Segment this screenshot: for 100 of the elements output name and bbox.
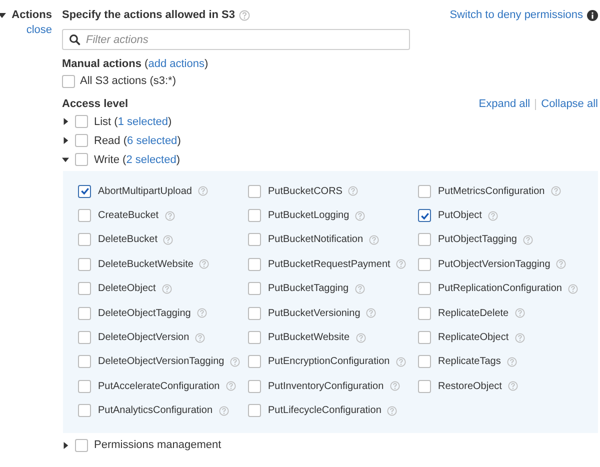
help-icon[interactable] [488, 210, 498, 221]
checkbox[interactable] [418, 331, 431, 344]
checkbox[interactable] [75, 134, 88, 147]
checkbox[interactable] [248, 282, 261, 296]
action-label: PutBucketNotification [268, 234, 364, 246]
action-label: PutBucketCORS [268, 186, 342, 197]
checkbox[interactable] [418, 209, 431, 222]
checkbox[interactable] [248, 404, 261, 418]
checkbox[interactable] [248, 380, 261, 393]
collapse-all-link[interactable]: Collapse all [541, 98, 598, 110]
info-icon[interactable] [587, 10, 598, 20]
checkbox[interactable] [78, 209, 91, 222]
checkbox[interactable] [62, 74, 75, 88]
access-level-label: List (1 selected) [94, 116, 172, 128]
help-icon[interactable] [218, 406, 229, 416]
expand-all-link[interactable]: Expand all [478, 98, 530, 110]
checkbox[interactable] [248, 233, 261, 246]
checkbox[interactable] [78, 233, 91, 246]
selected-count-link[interactable]: 6 selected [127, 134, 178, 146]
action-label: PutBucketTagging [268, 283, 349, 294]
caret-icon[interactable] [62, 156, 69, 163]
caret-icon[interactable] [62, 118, 69, 125]
checkbox[interactable] [75, 115, 88, 128]
help-icon[interactable] [556, 259, 566, 270]
checkbox[interactable] [418, 184, 431, 198]
checkbox[interactable] [248, 209, 261, 222]
help-icon[interactable] [550, 186, 561, 196]
help-icon[interactable] [226, 381, 236, 392]
checkbox[interactable] [78, 355, 91, 368]
access-level-label: Write (2 selected) [94, 154, 180, 166]
caret-icon[interactable] [0, 11, 6, 19]
help-icon[interactable] [356, 332, 366, 343]
close-link[interactable]: close [26, 24, 52, 36]
help-icon[interactable] [396, 356, 406, 367]
action-label: PutBucketWebsite [268, 332, 350, 344]
checkbox[interactable] [78, 282, 91, 296]
checkbox[interactable] [418, 258, 431, 271]
action-label: PutObject [438, 210, 482, 222]
help-icon[interactable] [239, 10, 250, 20]
action-label: AbortMultipartUpload [98, 186, 192, 197]
help-icon[interactable] [354, 284, 365, 294]
checkbox[interactable] [418, 282, 431, 296]
checkbox[interactable] [78, 404, 91, 418]
checkbox[interactable] [75, 153, 88, 166]
checkbox[interactable] [418, 380, 431, 393]
action-label: ReplicateObject [438, 332, 509, 344]
help-icon[interactable] [195, 332, 206, 343]
help-icon[interactable] [196, 308, 207, 318]
help-icon[interactable] [199, 259, 210, 270]
checkbox[interactable] [78, 380, 91, 393]
action-label: PutLifecycleConfiguration [268, 405, 382, 416]
help-icon[interactable] [162, 284, 172, 294]
help-icon[interactable] [514, 308, 525, 318]
caret-icon[interactable] [62, 137, 69, 144]
help-icon[interactable] [163, 234, 174, 245]
checkbox[interactable] [75, 438, 88, 452]
checkbox[interactable] [418, 355, 431, 368]
checkbox[interactable] [78, 184, 91, 198]
action-label: DeleteBucket [98, 234, 158, 246]
action-label: PutObjectTagging [438, 234, 517, 246]
help-icon[interactable] [198, 186, 208, 196]
help-icon[interactable] [348, 186, 358, 196]
selected-count-link[interactable]: 1 selected [118, 116, 168, 128]
action-label: DeleteObjectTagging [98, 308, 191, 319]
help-icon[interactable] [508, 381, 518, 392]
checkbox[interactable] [248, 331, 261, 344]
access-level-label: Permissions management [94, 439, 222, 452]
help-icon[interactable] [390, 381, 400, 392]
checkbox[interactable] [78, 306, 91, 320]
help-icon[interactable] [506, 356, 517, 367]
help-icon[interactable] [396, 259, 406, 270]
help-icon[interactable] [366, 308, 376, 318]
checkbox[interactable] [248, 184, 261, 198]
help-icon[interactable] [369, 234, 380, 245]
action-label: ReplicateDelete [438, 308, 509, 319]
checkbox[interactable] [248, 355, 261, 368]
checkbox[interactable] [78, 258, 91, 271]
caret-icon[interactable] [62, 442, 69, 449]
help-icon[interactable] [230, 356, 240, 367]
checkbox[interactable] [248, 258, 261, 271]
help-icon[interactable] [514, 332, 525, 343]
action-label: ReplicateTags [438, 356, 501, 368]
switch-link[interactable]: Switch to deny permissions [450, 9, 583, 21]
action-label: DeleteObject [98, 283, 156, 294]
checkbox[interactable] [418, 306, 431, 320]
help-icon[interactable] [355, 210, 366, 221]
checkbox[interactable] [418, 233, 431, 246]
help-icon[interactable] [522, 234, 533, 245]
add-actions-link[interactable]: add actions [148, 58, 204, 70]
action-label: PutObjectVersionTagging [438, 258, 550, 270]
help-icon[interactable] [387, 406, 398, 416]
help-icon[interactable] [164, 210, 175, 221]
action-label: PutMetricsConfiguration [438, 186, 545, 197]
selected-count-link[interactable]: 2 selected [126, 154, 176, 166]
checkbox[interactable] [78, 331, 91, 344]
filter-field[interactable]: Filter actions [62, 29, 410, 50]
action-label: PutAccelerateConfiguration [98, 380, 220, 392]
action-label: RestoreObject [438, 380, 502, 392]
help-icon[interactable] [568, 284, 578, 294]
checkbox[interactable] [248, 306, 261, 320]
